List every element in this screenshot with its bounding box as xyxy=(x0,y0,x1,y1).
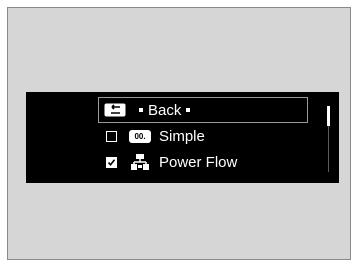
power-flow-icon xyxy=(129,153,151,171)
display-screen: Back 00. Simple Power Flow xyxy=(26,92,339,183)
simple-menu-item[interactable]: 00. Simple xyxy=(98,124,205,148)
display-frame: Back 00. Simple Power Flow xyxy=(7,7,351,260)
bullet-left xyxy=(139,108,143,112)
scrollbar-thumb[interactable] xyxy=(327,106,330,126)
simple-label: Simple xyxy=(159,127,205,145)
power-flow-checkbox[interactable] xyxy=(106,156,117,168)
back-label: Back xyxy=(148,101,182,119)
simple-checkbox[interactable] xyxy=(106,130,117,142)
simple-display-icon: 00. xyxy=(129,129,151,143)
power-flow-menu-item[interactable]: Power Flow xyxy=(98,150,237,174)
back-menu-item[interactable]: Back xyxy=(98,97,308,123)
power-flow-label: Power Flow xyxy=(159,153,238,171)
bullet-right xyxy=(186,108,191,112)
back-arrow-icon xyxy=(104,103,126,117)
